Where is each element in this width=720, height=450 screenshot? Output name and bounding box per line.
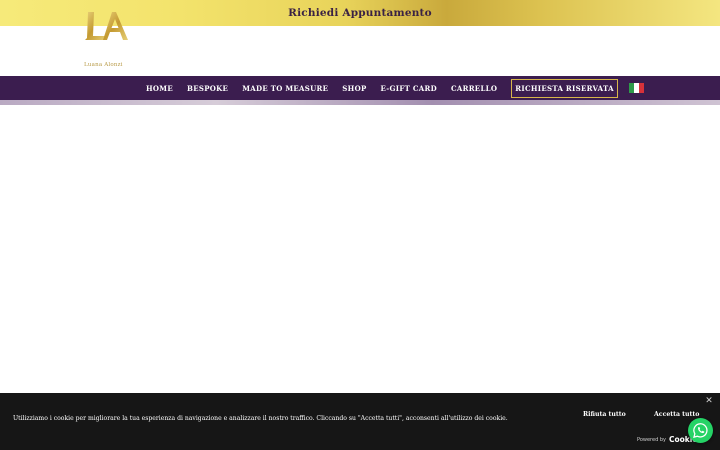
cookie-message: Utilizziamo i cookie per migliorare la t…	[13, 415, 508, 422]
request-appointment-link[interactable]: Richiedi Appuntamento	[288, 7, 432, 19]
nav-item-made-to-measure[interactable]: MADE TO MEASURE	[242, 84, 328, 93]
whatsapp-icon	[693, 423, 708, 438]
nav-item-e-gift-card[interactable]: E-GIFT CARD	[381, 84, 437, 93]
nav-item-shop[interactable]: SHOP	[342, 84, 366, 93]
accept-all-button[interactable]: Accetta tutto	[654, 411, 699, 418]
nav-item-carrello[interactable]: CARRELLO	[451, 84, 497, 93]
brand-logo[interactable]	[82, 10, 134, 46]
logo-monogram-icon	[85, 12, 128, 40]
whatsapp-chat-button[interactable]	[688, 418, 713, 443]
close-icon[interactable]: ✕	[704, 396, 714, 406]
nav-item-bespoke[interactable]: BESPOKE	[187, 84, 228, 93]
powered-by-label: Powered by	[637, 436, 666, 443]
brand-name: Luana Alonzi	[84, 62, 123, 68]
page-content	[0, 105, 720, 393]
nav-menu: HOME BESPOKE MADE TO MEASURE SHOP E-GIFT…	[146, 76, 644, 100]
italy-flag-icon[interactable]	[628, 83, 644, 93]
reject-all-button[interactable]: Rifiuta tutto	[583, 411, 626, 418]
powered-by[interactable]: Powered by Cookie	[637, 435, 697, 444]
nav-item-home[interactable]: HOME	[146, 84, 173, 93]
nav-item-richiesta-riservata[interactable]: RICHIESTA RISERVATA	[511, 78, 618, 98]
